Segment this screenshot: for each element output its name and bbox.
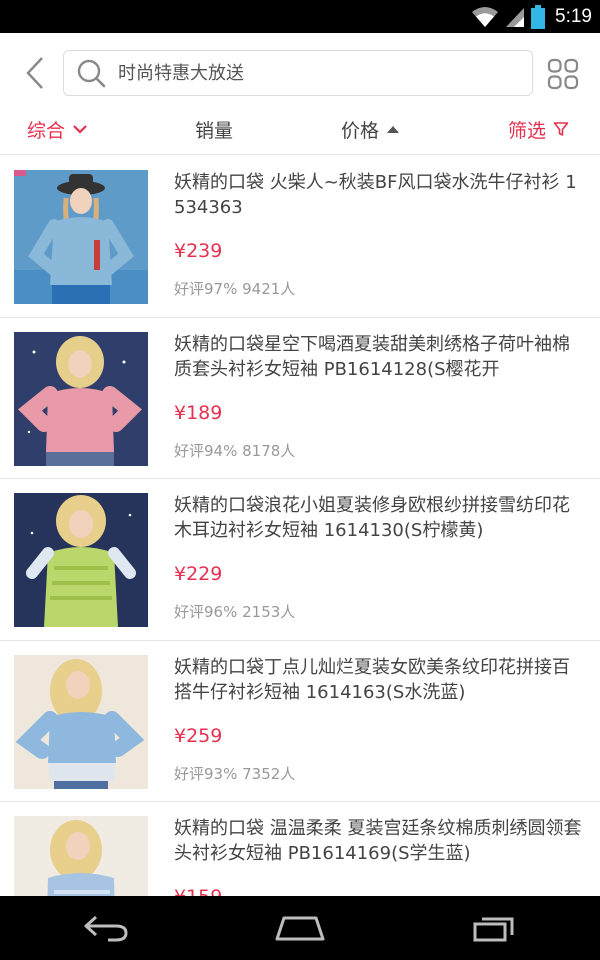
status-time: 5:19 — [555, 5, 592, 27]
product-price: ¥259 — [174, 724, 223, 747]
product-title: 妖精的口袋星空下喝酒夏装甜美刺绣格子荷叶袖棉质套头衬衫女短袖 PB1614128… — [174, 333, 570, 380]
product-info: 妖精的口袋浪花小姐夏装修身欧根纱拼接雪纺印花木耳边衬衫女短袖 1614130(S… — [174, 493, 584, 622]
battery-icon — [531, 4, 546, 29]
navigation-bar — [0, 896, 600, 960]
nav-recents-button[interactable] — [454, 906, 534, 950]
wifi-icon — [472, 6, 499, 27]
nav-back-button[interactable] — [66, 906, 146, 950]
product-item[interactable]: 妖精的口袋浪花小姐夏装修身欧根纱拼接雪纺印花木耳边衬衫女短袖 1614130(S… — [0, 479, 600, 641]
product-title: 妖精的口袋丁点儿灿烂夏装女欧美条纹印花拼接百搭牛仔衬衫短袖 1614163(S水… — [174, 656, 570, 703]
product-info: 妖精的口袋丁点儿灿烂夏装女欧美条纹印花拼接百搭牛仔衬衫短袖 1614163(S水… — [174, 655, 584, 784]
product-image — [14, 331, 148, 466]
back-arrow-icon — [84, 915, 128, 942]
product-info: 妖精的口袋星空下喝酒夏装甜美刺绣格子荷叶袖棉质套头衬衫女短袖 PB1614128… — [174, 332, 584, 461]
product-title: 妖精的口袋浪花小姐夏装修身欧根纱拼接雪纺印花木耳边衬衫女短袖 1614130(S… — [174, 495, 570, 541]
status-bar: 5:19 — [0, 0, 600, 33]
product-price: ¥189 — [174, 401, 223, 424]
sort-filter[interactable]: 筛选 — [508, 113, 569, 145]
product-item[interactable]: 妖精的口袋 温温柔柔 夏装宫廷条纹棉质刺绣圆领套头衬衫女短袖 PB1614169… — [0, 802, 600, 896]
sort-filter-label: 筛选 — [508, 119, 547, 142]
product-title: 妖精的口袋 火柴人~秋装BF风口袋水洗牛仔衬衫 1534363 — [174, 172, 577, 218]
sort-price-label: 价格 — [341, 119, 380, 142]
product-item[interactable]: 妖精的口袋星空下喝酒夏装甜美刺绣格子荷叶袖棉质套头衬衫女短袖 PB1614128… — [0, 318, 600, 479]
product-rating: 好评94% 8178人 — [174, 441, 296, 460]
product-price: ¥229 — [174, 563, 223, 585]
product-rating: 好评93% 7352人 — [174, 764, 296, 783]
recents-icon — [473, 917, 514, 942]
search-box[interactable] — [63, 50, 533, 96]
sort-sales-label: 销量 — [195, 119, 234, 142]
home-icon — [275, 916, 325, 941]
chevron-down-icon — [73, 125, 87, 134]
product-item[interactable]: 妖精的口袋 火柴人~秋装BF风口袋水洗牛仔衬衫 1534363 ¥239 好评9… — [0, 156, 600, 318]
header — [0, 33, 600, 113]
product-image — [14, 493, 148, 627]
grid-view-icon[interactable] — [547, 58, 579, 90]
sort-ascending-icon — [387, 126, 400, 133]
product-price: ¥159 — [174, 886, 584, 896]
product-image — [14, 170, 148, 304]
back-button[interactable] — [18, 55, 52, 91]
product-list: 妖精的口袋 火柴人~秋装BF风口袋水洗牛仔衬衫 1534363 ¥239 好评9… — [0, 156, 600, 896]
nav-home-button[interactable] — [260, 906, 340, 950]
product-title: 妖精的口袋 温温柔柔 夏装宫廷条纹棉质刺绣圆领套头衬衫女短袖 PB1614169… — [174, 818, 582, 864]
product-item[interactable]: 妖精的口袋丁点儿灿烂夏装女欧美条纹印花拼接百搭牛仔衬衫短袖 1614163(S水… — [0, 641, 600, 802]
product-image — [14, 654, 148, 789]
search-input[interactable] — [118, 62, 498, 84]
sort-sales[interactable]: 销量 — [195, 113, 233, 145]
search-icon — [77, 59, 106, 88]
signal-icon — [506, 7, 525, 27]
sort-comprehensive[interactable]: 综合 — [27, 113, 88, 145]
sort-price[interactable]: 价格 — [341, 113, 400, 145]
sort-comprehensive-label: 综合 — [27, 119, 66, 142]
product-image — [14, 816, 148, 896]
product-info: 妖精的口袋 温温柔柔 夏装宫廷条纹棉质刺绣圆领套头衬衫女短袖 PB1614169… — [174, 816, 584, 896]
sort-bar: 综合 销量 价格 筛选 — [0, 113, 600, 155]
product-rating: 好评97% 9421人 — [174, 280, 296, 298]
status-icons: 5:19 — [471, 0, 592, 33]
filter-icon — [553, 122, 569, 136]
chevron-left-icon — [26, 57, 43, 89]
product-info: 妖精的口袋 火柴人~秋装BF风口袋水洗牛仔衬衫 1534363 ¥239 好评9… — [174, 170, 584, 299]
product-rating: 好评96% 2153人 — [174, 603, 296, 621]
product-price: ¥239 — [174, 240, 223, 262]
